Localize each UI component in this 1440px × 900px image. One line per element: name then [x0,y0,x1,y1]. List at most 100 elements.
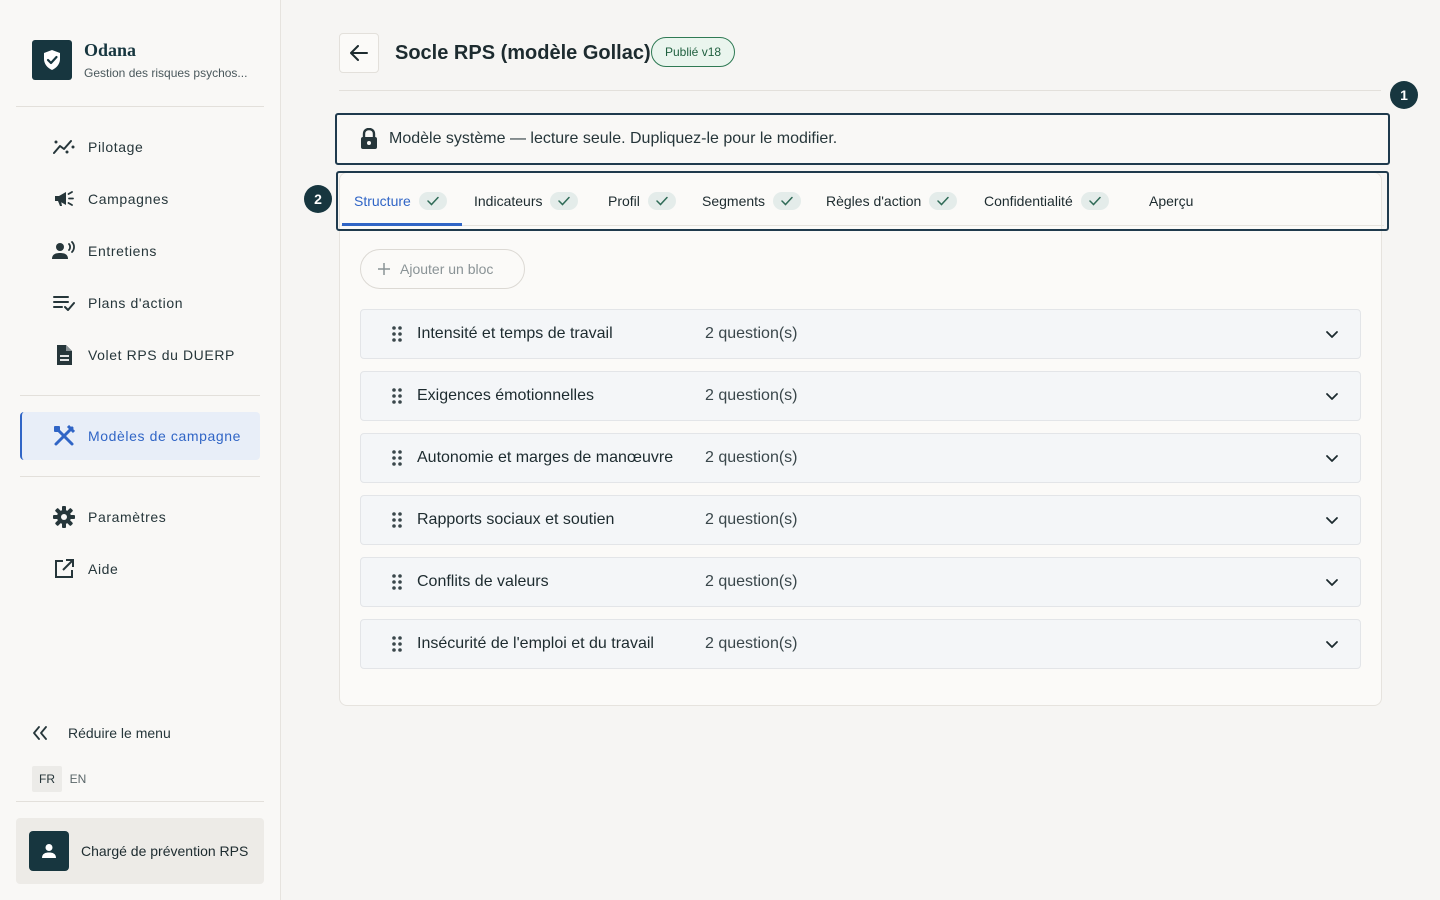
block-row[interactable]: Autonomie et marges de manœuvre 2 questi… [360,433,1361,483]
block-title: Exigences émotionnelles [417,387,594,404]
block-question-count: 2 question(s) [705,635,798,652]
lock-icon [359,128,379,150]
status-badge: Publié v18 [651,37,736,67]
active-tab-indicator [342,223,462,226]
brand-subtitle: Gestion des risques psychos... [84,66,248,80]
person-voice-icon [52,239,76,263]
sidebar-item-label: Volet RPS du DUERP [88,347,235,363]
shield-check-icon [32,40,72,80]
block-title: Autonomie et marges de manœuvre [417,449,674,466]
block-question-count: 2 question(s) [705,511,798,528]
tab-apercu[interactable]: Aperçu [1149,176,1193,226]
tab-segments[interactable]: Segments [702,176,802,226]
sidebar-item-pilotage[interactable]: Pilotage [20,123,260,171]
check-icon [1080,192,1109,210]
design-tools-icon [52,424,76,448]
chevron-down-icon[interactable] [1324,512,1340,528]
tab-structure[interactable]: Structure [354,176,447,226]
drag-handle-icon[interactable] [391,511,403,529]
divider [20,395,260,396]
tab-label: Aperçu [1149,193,1194,209]
lang-en-button[interactable]: EN [64,766,92,792]
tab-profil[interactable]: Profil [608,176,676,226]
sidebar-item-entretiens[interactable]: Entretiens [20,227,260,275]
user-card[interactable]: Chargé de prévention RPS [16,818,264,884]
brand[interactable]: Odana Gestion des risques psychos... [32,40,247,80]
double-chevron-left-icon [32,726,56,740]
block-title: Intensité et temps de travail [417,325,613,342]
back-button[interactable] [339,33,379,73]
check-icon [550,192,579,210]
sidebar: Odana Gestion des risques psychos... Pil… [0,0,281,900]
avatar [29,831,69,871]
block-row[interactable]: Rapports sociaux et soutien 2 question(s… [360,495,1361,545]
brand-name: Odana [84,40,137,60]
gear-icon [52,505,76,529]
divider [16,801,264,802]
add-block-label: Ajouter un bloc [400,261,494,277]
sidebar-item-label: Paramètres [88,509,167,525]
person-icon [42,844,56,858]
chevron-down-icon[interactable] [1324,326,1340,342]
readonly-notice-text: Modèle système — lecture seule. Duplique… [389,130,838,147]
block-row[interactable]: Intensité et temps de travail 2 question… [360,309,1361,359]
sidebar-item-campagnes[interactable]: Campagnes [20,175,260,223]
arrow-left-icon [350,45,368,61]
list-check-icon [52,291,76,315]
sidebar-item-label: Modèles de campagne [88,428,242,444]
block-title: Conflits de valeurs [417,573,549,590]
tab-label: Structure [354,193,411,209]
tabs-highlight: Structure Indicateurs Profil Segments Rè… [336,171,1389,231]
drag-handle-icon[interactable] [391,635,403,653]
chevron-down-icon[interactable] [1324,388,1340,404]
block-question-count: 2 question(s) [705,325,798,342]
block-question-count: 2 question(s) [705,449,798,466]
block-row[interactable]: Insécurité de l'emploi et du travail 2 q… [360,619,1361,669]
sidebar-item-label: Campagnes [88,191,169,207]
tab-label: Indicateurs [474,193,543,209]
readonly-notice: Modèle système — lecture seule. Duplique… [335,113,1390,165]
collapse-menu-button[interactable]: Réduire le menu [32,720,171,746]
sidebar-item-volet-rps[interactable]: Volet RPS du DUERP [20,331,260,379]
trend-icon [52,135,76,159]
sidebar-item-label: Entretiens [88,243,158,259]
tab-label: Confidentialité [984,193,1073,209]
sidebar-item-label: Plans d'action [88,295,184,311]
chevron-down-icon[interactable] [1324,574,1340,590]
block-question-count: 2 question(s) [705,573,798,590]
sidebar-item-parametres[interactable]: Paramètres [20,493,260,541]
tab-label: Règles d'action [826,193,922,209]
add-block-button[interactable]: Ajouter un bloc [360,249,525,289]
sidebar-item-aide[interactable]: Aide [20,545,260,593]
external-link-icon [52,557,76,581]
document-icon [52,343,76,367]
sidebar-item-modeles-campagne[interactable]: Modèles de campagne [20,412,260,460]
marker-2: 2 [304,185,332,213]
check-icon [647,192,676,210]
lang-fr-button[interactable]: FR [32,766,62,792]
check-icon [773,192,802,210]
block-row[interactable]: Conflits de valeurs 2 question(s) [360,557,1361,607]
user-role: Chargé de prévention RPS [81,843,249,859]
tab-label: Profil [608,193,640,209]
marker-1: 1 [1390,81,1418,109]
tab-confidentialite[interactable]: Confidentialité [984,176,1109,226]
drag-handle-icon[interactable] [391,325,403,343]
tab-regles-action[interactable]: Règles d'action [826,176,958,226]
tab-label: Segments [702,193,766,209]
drag-handle-icon[interactable] [391,573,403,591]
header-divider [339,90,1381,91]
drag-handle-icon[interactable] [391,387,403,405]
chevron-down-icon[interactable] [1324,450,1340,466]
sidebar-item-plans-action[interactable]: Plans d'action [20,279,260,327]
tab-indicateurs[interactable]: Indicateurs [474,176,579,226]
drag-handle-icon[interactable] [391,449,403,467]
block-title: Insécurité de l'emploi et du travail [417,635,654,652]
divider [16,106,264,107]
tab-bar: Structure Indicateurs Profil Segments Rè… [341,176,1384,226]
check-icon [929,192,958,210]
block-row[interactable]: Exigences émotionnelles 2 question(s) [360,371,1361,421]
chevron-down-icon[interactable] [1324,636,1340,652]
block-question-count: 2 question(s) [705,387,798,404]
page-title: Socle RPS (modèle Gollac) [395,42,651,64]
